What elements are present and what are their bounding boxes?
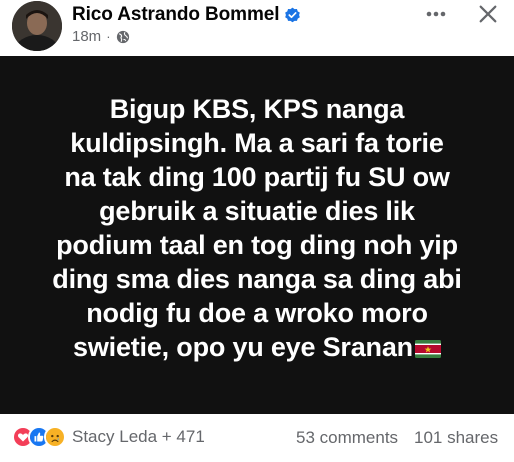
post-text-card[interactable]: Bigup KBS, KPS nanga kuldipsingh. Ma a s… xyxy=(0,56,514,414)
post-footer: Stacy Leda + 471 53 comments 101 shares xyxy=(0,414,514,462)
reactions-summary[interactable]: Stacy Leda + 471 xyxy=(12,426,205,448)
post: Rico Astrando Bommel 18m · Bigup KBS, KP… xyxy=(0,0,514,462)
verified-badge-icon xyxy=(284,7,301,24)
reaction-count[interactable]: Stacy Leda + 471 xyxy=(72,427,205,447)
avatar[interactable] xyxy=(12,1,62,51)
more-options-button[interactable] xyxy=(418,2,454,26)
author-row: Rico Astrando Bommel xyxy=(72,4,301,26)
suriname-flag-emoji xyxy=(414,332,441,358)
post-card-text-block: Bigup KBS, KPS nanga kuldipsingh. Ma a s… xyxy=(22,92,492,364)
close-button[interactable] xyxy=(472,0,504,28)
close-icon xyxy=(479,5,497,23)
meta-separator: · xyxy=(106,29,111,44)
more-horizontal-icon xyxy=(426,11,446,17)
post-text: Bigup KBS, KPS nanga kuldipsingh. Ma a s… xyxy=(52,94,462,362)
author-name[interactable]: Rico Astrando Bommel xyxy=(72,4,279,26)
sad-reaction-icon xyxy=(44,426,66,448)
post-header: Rico Astrando Bommel 18m · xyxy=(0,0,514,56)
timestamp[interactable]: 18m xyxy=(72,28,101,45)
post-meta: 18m · xyxy=(72,28,130,45)
shares-count[interactable]: 101 shares xyxy=(414,428,498,448)
comments-count[interactable]: 53 comments xyxy=(296,428,398,448)
globe-icon[interactable] xyxy=(116,30,130,44)
